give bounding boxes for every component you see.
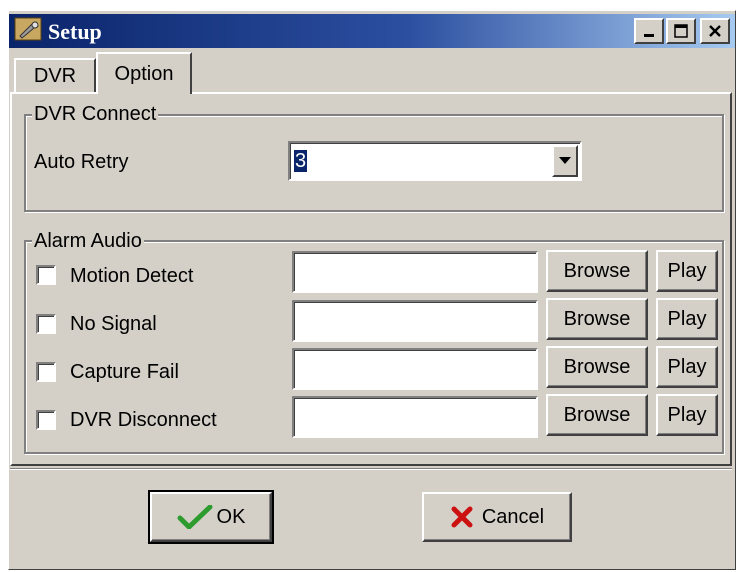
minimize-icon: [644, 34, 654, 37]
window-title: Setup: [48, 19, 102, 44]
dropdown-button[interactable]: [552, 145, 578, 177]
motion-detect-browse-button[interactable]: Browse: [546, 250, 648, 292]
browse-label: Browse: [563, 355, 631, 378]
dvr-disconnect-browse-button[interactable]: Browse: [546, 394, 648, 436]
play-label: Play: [667, 355, 707, 378]
browse-label: Browse: [563, 403, 631, 426]
play-label: Play: [667, 259, 707, 282]
capture-fail-label: Capture Fail: [70, 361, 179, 383]
auto-retry-value: 3: [294, 150, 308, 172]
no-signal-label: No Signal: [70, 313, 157, 335]
ok-label: OK: [216, 505, 246, 528]
motion-detect-play-button[interactable]: Play: [656, 250, 718, 292]
no-signal-browse-button[interactable]: Browse: [546, 298, 648, 340]
ok-button[interactable]: OK: [148, 490, 274, 544]
tab-option[interactable]: Option: [96, 52, 192, 94]
tab-dvr[interactable]: DVR: [14, 58, 96, 92]
title-bar[interactable]: [9, 14, 735, 48]
motion-detect-checkbox[interactable]: [36, 265, 56, 285]
chevron-down-icon: [559, 157, 571, 164]
capture-fail-path-input[interactable]: [292, 348, 538, 390]
motion-detect-path-input[interactable]: [292, 251, 538, 293]
maximize-icon: [674, 24, 688, 38]
tab-option-label: Option: [114, 62, 174, 85]
dvr-disconnect-play-button[interactable]: Play: [656, 394, 718, 436]
capture-fail-play-button[interactable]: Play: [656, 346, 718, 388]
separator: [10, 468, 732, 470]
motion-detect-label: Motion Detect: [70, 265, 194, 287]
x-cross-icon: [451, 506, 473, 528]
maximize-button[interactable]: [666, 18, 696, 44]
play-label: Play: [667, 403, 707, 426]
dvr-disconnect-path-input[interactable]: [292, 396, 538, 438]
close-icon: [709, 25, 721, 37]
cancel-button[interactable]: Cancel: [422, 492, 572, 542]
close-button[interactable]: [700, 18, 730, 44]
alarm-audio-legend: Alarm Audio: [32, 230, 144, 252]
no-signal-checkbox[interactable]: [36, 314, 56, 334]
cancel-label: Cancel: [481, 505, 545, 528]
dvr-connect-legend: DVR Connect: [32, 103, 159, 125]
tab-dvr-label: DVR: [33, 64, 77, 87]
minimize-button[interactable]: [634, 18, 664, 44]
browse-label: Browse: [563, 259, 631, 282]
no-signal-play-button[interactable]: Play: [656, 298, 718, 340]
dvr-disconnect-label: DVR Disconnect: [70, 409, 217, 431]
auto-retry-label: Auto Retry: [34, 151, 129, 173]
setup-wrench-icon: [14, 16, 44, 44]
no-signal-path-input[interactable]: [292, 300, 538, 342]
capture-fail-browse-button[interactable]: Browse: [546, 346, 648, 388]
play-label: Play: [667, 307, 707, 330]
browse-label: Browse: [563, 307, 631, 330]
dvr-disconnect-checkbox[interactable]: [36, 410, 56, 430]
auto-retry-select[interactable]: 3: [288, 141, 582, 181]
capture-fail-checkbox[interactable]: [36, 362, 56, 382]
checkmark-icon: [177, 505, 213, 529]
